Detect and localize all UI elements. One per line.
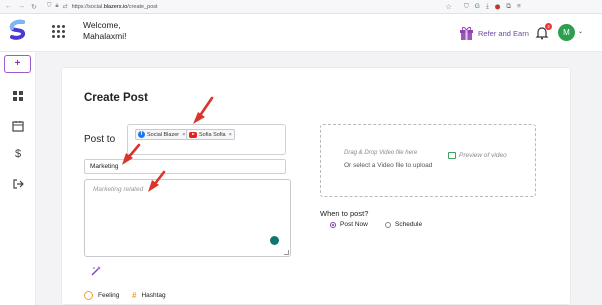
annotation-arrow [122, 143, 141, 165]
annotation-arrow [148, 170, 166, 192]
annotation-arrows [122, 96, 214, 192]
annotation-arrow [193, 96, 214, 124]
